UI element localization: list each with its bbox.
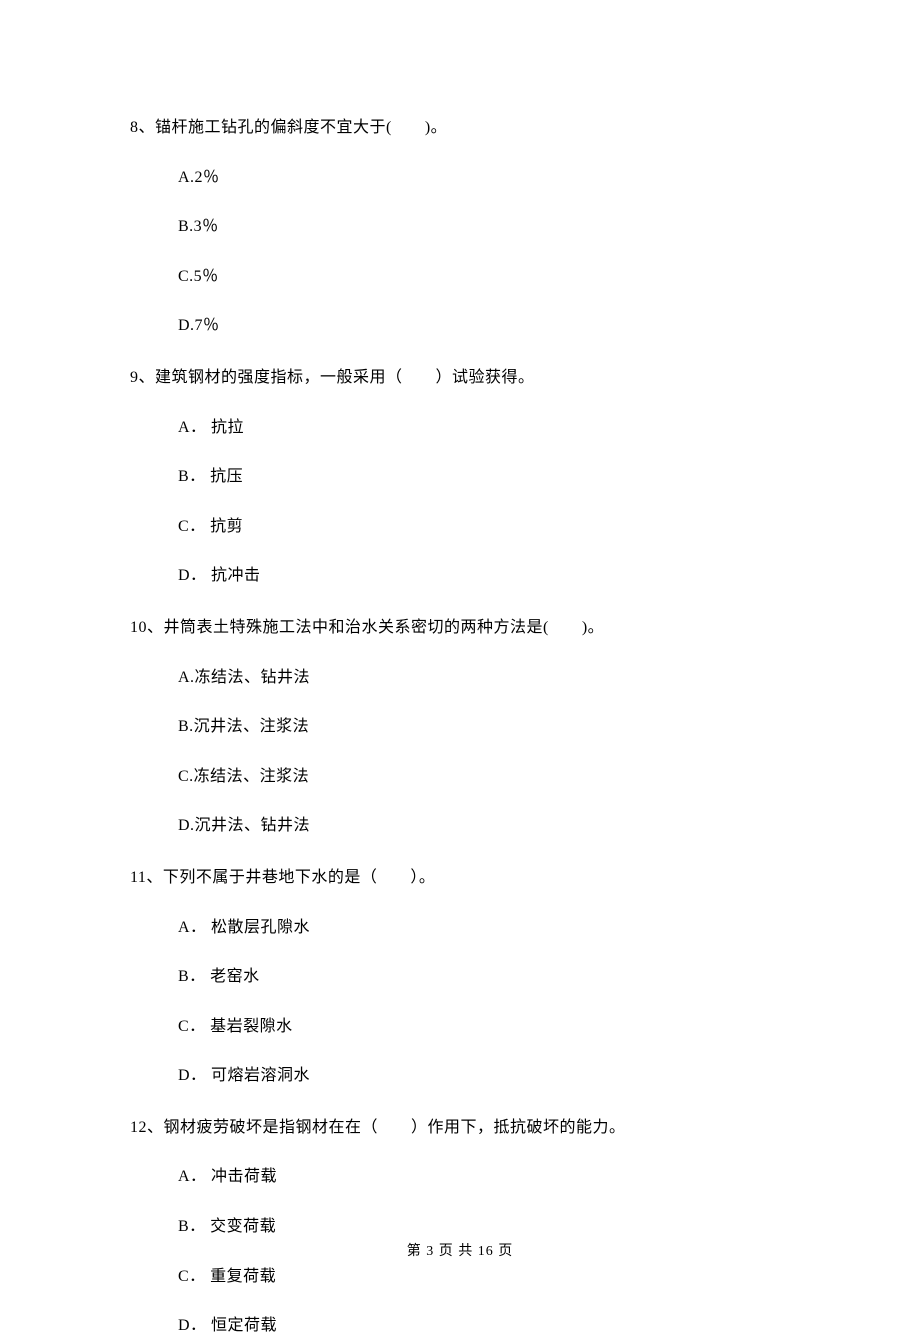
option-b: B． 抗压: [178, 464, 790, 490]
question-number: 10、: [130, 619, 164, 636]
option-c: C． 抗剪: [178, 514, 790, 540]
question-text: 10、井筒表土特殊施工法中和治水关系密切的两种方法是( )。: [130, 615, 790, 641]
option-b: B.3％: [178, 214, 790, 240]
option-a: A． 抗拉: [178, 415, 790, 441]
question-10: 10、井筒表土特殊施工法中和治水关系密切的两种方法是( )。 A.冻结法、钻井法…: [130, 615, 790, 839]
question-text: 11、下列不属于井巷地下水的是（ ）。: [130, 865, 790, 891]
options: A.2％ B.3％ C.5％ D.7％: [130, 165, 790, 339]
option-a: A.冻结法、钻井法: [178, 665, 790, 691]
option-d: D． 可熔岩溶洞水: [178, 1063, 790, 1089]
option-c: C． 重复荷载: [178, 1264, 790, 1290]
question-11: 11、下列不属于井巷地下水的是（ ）。 A． 松散层孔隙水 B． 老窑水 C． …: [130, 865, 790, 1089]
question-number: 8、: [130, 119, 155, 136]
option-d: D． 抗冲击: [178, 563, 790, 589]
option-c: C.冻结法、注浆法: [178, 764, 790, 790]
question-text: 9、建筑钢材的强度指标，一般采用（ ）试验获得。: [130, 365, 790, 391]
question-number: 11、: [130, 869, 163, 886]
option-d: D.7％: [178, 313, 790, 339]
option-b: B． 老窑水: [178, 964, 790, 990]
question-number: 12、: [130, 1119, 164, 1136]
question-text: 8、锚杆施工钻孔的偏斜度不宜大于( )。: [130, 115, 790, 141]
option-b: B.沉井法、注浆法: [178, 714, 790, 740]
question-stem: 下列不属于井巷地下水的是（ ）。: [163, 869, 436, 886]
question-text: 12、钢材疲劳破坏是指钢材在在（ ）作用下，抵抗破坏的能力。: [130, 1115, 790, 1141]
option-d: D.沉井法、钻井法: [178, 813, 790, 839]
question-stem: 井筒表土特殊施工法中和治水关系密切的两种方法是( )。: [164, 619, 605, 636]
question-9: 9、建筑钢材的强度指标，一般采用（ ）试验获得。 A． 抗拉 B． 抗压 C． …: [130, 365, 790, 589]
question-stem: 建筑钢材的强度指标，一般采用（ ）试验获得。: [155, 369, 535, 386]
options: A． 抗拉 B． 抗压 C． 抗剪 D． 抗冲击: [130, 415, 790, 589]
question-stem: 锚杆施工钻孔的偏斜度不宜大于( )。: [155, 119, 447, 136]
option-c: C． 基岩裂隙水: [178, 1014, 790, 1040]
option-a: A.2％: [178, 165, 790, 191]
page-footer: 第 3 页 共 16 页: [0, 1240, 920, 1260]
question-stem: 钢材疲劳破坏是指钢材在在（ ）作用下，抵抗破坏的能力。: [164, 1119, 626, 1136]
option-c: C.5％: [178, 264, 790, 290]
question-number: 9、: [130, 369, 155, 386]
options: A.冻结法、钻井法 B.沉井法、注浆法 C.冻结法、注浆法 D.沉井法、钻井法: [130, 665, 790, 839]
option-a: A． 冲击荷载: [178, 1164, 790, 1190]
option-b: B． 交变荷载: [178, 1214, 790, 1240]
question-8: 8、锚杆施工钻孔的偏斜度不宜大于( )。 A.2％ B.3％ C.5％ D.7％: [130, 115, 790, 339]
option-d: D． 恒定荷载: [178, 1313, 790, 1339]
option-a: A． 松散层孔隙水: [178, 915, 790, 941]
question-12: 12、钢材疲劳破坏是指钢材在在（ ）作用下，抵抗破坏的能力。 A． 冲击荷载 B…: [130, 1115, 790, 1339]
options: A． 松散层孔隙水 B． 老窑水 C． 基岩裂隙水 D． 可熔岩溶洞水: [130, 915, 790, 1089]
page: 8、锚杆施工钻孔的偏斜度不宜大于( )。 A.2％ B.3％ C.5％ D.7％…: [0, 0, 920, 1302]
